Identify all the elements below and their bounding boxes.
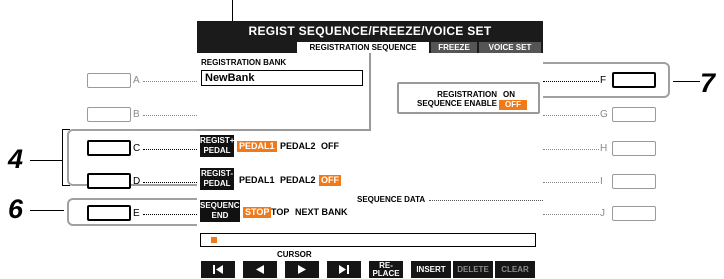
callout-4-bracket <box>62 129 63 186</box>
left-triangle-icon <box>256 265 264 274</box>
lcd-screen: REGIST SEQUENCE/FREEZE/VOICE SET REGISTR… <box>197 21 543 279</box>
sequence-end-top[interactable]: TOP <box>269 207 291 218</box>
panel-label-i: I <box>600 176 603 187</box>
top-callout-line <box>232 0 233 22</box>
callout-6: 6 <box>8 194 24 224</box>
regist-minus-pedal2[interactable]: PEDAL2 <box>278 175 318 186</box>
first-icon <box>213 265 223 274</box>
insert-button[interactable]: INSERT <box>411 261 451 278</box>
callout-6-leader <box>30 210 64 211</box>
panel-d-dots <box>143 182 197 183</box>
callout-4-bracket-bottom <box>62 185 70 186</box>
panel-label-j: J <box>600 208 605 219</box>
regist-plus-tag-line1: REGIST+ <box>200 136 235 145</box>
panel-label-b: B <box>133 109 140 120</box>
right-triangle-icon <box>298 265 306 274</box>
registration-sequence-enable[interactable]: REGISTRATION SEQUENCE ENABLE ON OFF <box>397 82 540 114</box>
screen-title: REGIST SEQUENCE/FREEZE/VOICE SET <box>197 21 543 41</box>
panel-g-dots <box>543 115 599 116</box>
regist-plus-pedal-tag: REGIST+ PEDAL <box>200 135 234 157</box>
first-button[interactable] <box>201 261 235 278</box>
panel-button-j[interactable] <box>612 206 656 221</box>
panel-label-a: A <box>133 75 140 86</box>
tab-voice-set[interactable]: VOICE SET <box>479 42 541 53</box>
replace-button[interactable]: RE- PLACE <box>369 261 403 278</box>
panel-c-dots <box>143 149 197 150</box>
regist-plus-pedal1[interactable]: PEDAL1 <box>237 141 277 152</box>
clear-button[interactable]: CLEAR <box>495 261 535 278</box>
registration-sequence-enable-label: REGISTRATION SEQUENCE ENABLE <box>405 90 497 108</box>
panel-label-g: G <box>600 109 608 120</box>
panel-j-dots <box>543 214 599 215</box>
reg-enable-label-line1: REGISTRATION <box>437 90 497 99</box>
prev-button[interactable] <box>243 261 277 278</box>
last-button[interactable] <box>327 261 361 278</box>
panel-label-e: E <box>133 208 140 219</box>
sequence-data-line <box>429 200 543 201</box>
callout-7: 7 <box>700 68 716 98</box>
panel-button-b[interactable] <box>87 107 131 122</box>
tab-bar: REGISTRATION SEQUENCE FREEZE VOICE SET <box>197 41 543 53</box>
panel-label-h: H <box>600 143 608 154</box>
panel-b-dots <box>143 115 197 116</box>
sequence-end-tag: SEQUENCE END <box>200 200 245 222</box>
registration-bank-box: REGISTRATION BANK NewBank <box>197 53 371 131</box>
reg-enable-on-option[interactable]: ON <box>503 90 515 99</box>
panel-button-c[interactable] <box>87 140 131 156</box>
regist-minus-pedal1[interactable]: PEDAL1 <box>237 175 277 186</box>
tab-freeze[interactable]: FREEZE <box>431 42 477 53</box>
replace-label-line2: PLACE <box>372 268 400 278</box>
panel-a-dots <box>143 81 197 82</box>
panel-button-i[interactable] <box>612 174 656 189</box>
regist-plus-pedal2[interactable]: PEDAL2 <box>278 141 318 152</box>
next-button[interactable] <box>285 261 319 278</box>
sequence-end-next-bank[interactable]: NEXT BANK <box>293 207 350 218</box>
panel-button-e[interactable] <box>87 205 131 221</box>
regist-minus-tag-line1: REGIST- <box>200 169 233 178</box>
panel-button-g[interactable] <box>612 107 656 122</box>
regist-minus-off[interactable]: OFF <box>319 175 341 186</box>
callout-4: 4 <box>8 144 24 174</box>
panel-label-d: D <box>133 176 141 187</box>
last-icon <box>339 265 349 274</box>
sequence-end-tag-line1: SEQUENCE <box>200 201 245 210</box>
regist-plus-off[interactable]: OFF <box>319 141 341 152</box>
tab-registration-sequence[interactable]: REGISTRATION SEQUENCE <box>297 42 429 53</box>
reg-enable-off-option[interactable]: OFF <box>499 100 527 110</box>
regist-plus-tag-line2: PEDAL <box>203 146 231 155</box>
panel-button-d[interactable] <box>87 173 131 189</box>
sequence-data-label: SEQUENCE DATA <box>357 195 426 204</box>
panel-button-a[interactable] <box>87 73 131 88</box>
sequence-data-bar[interactable] <box>200 233 536 247</box>
panel-h-dots <box>543 149 599 150</box>
cursor-label: CURSOR <box>277 250 312 259</box>
panel-label-c: C <box>133 143 141 154</box>
sequence-cursor-marker <box>211 237 217 243</box>
reg-enable-label-line2: SEQUENCE ENABLE <box>416 99 497 108</box>
registration-bank-field[interactable]: NewBank <box>201 70 363 86</box>
callout-4-leader <box>30 160 62 161</box>
callout-7-leader <box>673 81 700 82</box>
sequence-end-tag-line2: END <box>211 211 229 220</box>
panel-i-dots <box>543 182 599 183</box>
panel-button-h[interactable] <box>612 141 656 156</box>
sequence-end-stop[interactable]: STOP <box>243 207 272 218</box>
delete-button[interactable]: DELETE <box>453 261 493 278</box>
regist-minus-tag-line2: PEDAL <box>203 179 231 188</box>
panel-e-dots <box>143 214 197 215</box>
registration-bank-label: REGISTRATION BANK <box>201 58 287 67</box>
regist-minus-pedal-tag: REGIST- PEDAL <box>200 168 234 190</box>
